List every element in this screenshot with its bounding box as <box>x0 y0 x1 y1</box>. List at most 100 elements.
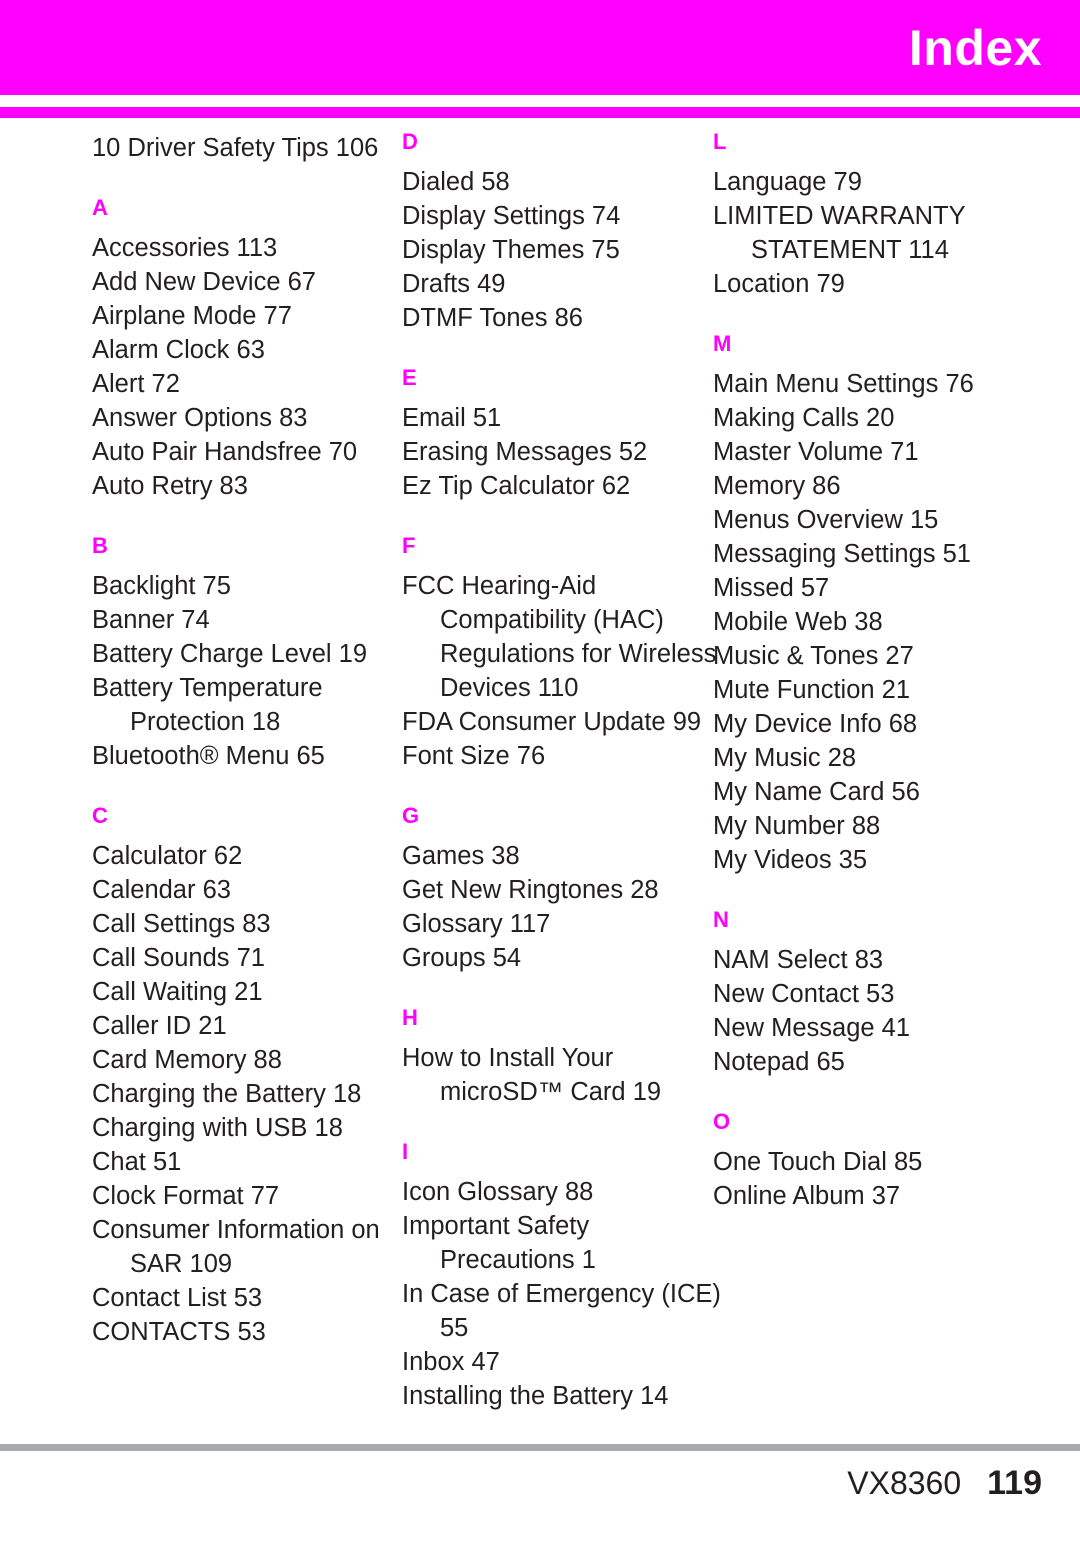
index-column-1: 10 Driver Safety Tips 106 A Accessories 11… <box>92 131 392 1349</box>
section-letter-spacer <box>713 931 1013 943</box>
index-entry: Inbox 47 <box>402 1348 500 1376</box>
index-entry: Installing the Battery 14 <box>402 1382 669 1410</box>
index-entry: Important Safety <box>402 1212 590 1240</box>
index-entry: Erasing Messages 52 <box>402 438 648 466</box>
index-entry: Language 79 <box>713 168 862 196</box>
index-columns: 10 Driver Safety Tips 106 A Accessories 11… <box>0 131 1080 1421</box>
index-entry: In Case of Emergency (ICE) <box>402 1280 721 1308</box>
index-entry: Battery Charge Level 19 <box>92 640 367 668</box>
index-entry: Calendar 63 <box>92 876 231 904</box>
index-entry: One Touch Dial 85 <box>713 1148 923 1176</box>
index-entry: Call Settings 83 <box>92 910 271 938</box>
index-entry: CONTACTS 53 <box>92 1318 266 1346</box>
index-entry-continuation: Regulations for Wireless <box>440 640 717 668</box>
section-letter-spacer <box>402 1029 702 1041</box>
index-entry-continuation: STATEMENT 114 <box>751 236 949 264</box>
footer-page-number: 119 <box>987 1464 1042 1502</box>
index-entry: Mobile Web 38 <box>713 608 883 636</box>
index-entry-continuation: SAR 109 <box>130 1250 233 1278</box>
index-entry: Missed 57 <box>713 574 830 602</box>
index-entry: Font Size 76 <box>402 742 546 770</box>
index-entry: Glossary 117 <box>402 910 551 938</box>
index-entry: Groups 54 <box>402 944 522 972</box>
index-entry: New Contact 53 <box>713 980 895 1008</box>
index-entry: Memory 86 <box>713 472 841 500</box>
index-entry: Contact List 53 <box>92 1284 263 1312</box>
index-entry: Bluetooth® Menu 65 <box>92 742 325 770</box>
footer-divider <box>0 1444 1080 1451</box>
index-entry: Get New Ringtones 28 <box>402 876 659 904</box>
footer: VX8360 119 <box>847 1466 1042 1500</box>
index-column-2: D Dialed 58 Display Settings 74 Display The… <box>402 129 721 1413</box>
index-entry: My Device Info 68 <box>713 710 918 738</box>
index-entry: Mute Function 21 <box>713 676 911 704</box>
index-entry-continuation: Devices 110 <box>440 674 579 702</box>
index-entry-continuation: Precautions 1 <box>440 1246 596 1274</box>
section-letter-spacer <box>402 1163 702 1175</box>
index-entry: Display Settings 74 <box>402 202 621 230</box>
section-letter-n: N <box>713 907 729 932</box>
index-entry: Main Menu Settings 76 <box>713 370 974 398</box>
section-letter-d: D <box>402 129 418 154</box>
section-letter-o: O <box>713 1109 731 1134</box>
index-entry: Airplane Mode 77 <box>92 302 292 330</box>
index-entry: DTMF Tones 86 <box>402 304 583 332</box>
index-entry: Charging the Battery 18 <box>92 1080 362 1108</box>
index-entry: FDA Consumer Update 99 <box>402 708 702 736</box>
index-entry: Banner 74 <box>92 606 210 634</box>
index-entry: Alarm Clock 63 <box>92 336 265 364</box>
index-entry: Accessories 113 <box>92 234 278 262</box>
section-letter-spacer <box>402 557 702 569</box>
section-letter-spacer <box>713 153 1013 165</box>
index-entry: My Videos 35 <box>713 846 868 874</box>
index-entry: Ez Tip Calculator 62 <box>402 472 631 500</box>
index-entry: Dialed 58 <box>402 168 510 196</box>
page-title: Index <box>908 19 1042 76</box>
index-entry: LIMITED WARRANTY <box>713 202 966 230</box>
section-letter-spacer <box>92 557 392 569</box>
index-entry: Alert 72 <box>92 370 180 398</box>
index-entry: Games 38 <box>402 842 520 870</box>
index-entry: Call Waiting 21 <box>92 978 263 1006</box>
section-letter-c: C <box>92 803 108 828</box>
index-entry: Backlight 75 <box>92 572 231 600</box>
index-entry-continuation: microSD™ Card 19 <box>440 1078 662 1106</box>
index-entry: Online Album 37 <box>713 1182 901 1210</box>
index-entry: My Number 88 <box>713 812 881 840</box>
index-entry-continuation: Protection 18 <box>130 708 281 736</box>
index-entry: Icon Glossary 88 <box>402 1178 594 1206</box>
index-entry: My Music 28 <box>713 744 857 772</box>
section-letter-spacer <box>402 389 702 401</box>
index-entry: NAM Select 83 <box>713 946 884 974</box>
index-entry: How to Install Your <box>402 1044 614 1072</box>
index-entry: Calculator 62 <box>92 842 243 870</box>
section-letter-h: H <box>402 1005 418 1030</box>
section-letter-spacer <box>92 827 392 839</box>
section-letter-b: B <box>92 533 108 558</box>
index-entry: Making Calls 20 <box>713 404 895 432</box>
index-entry: Call Sounds 71 <box>92 944 265 972</box>
index-entry: Messaging Settings 51 <box>713 540 971 568</box>
index-entry: Drafts 49 <box>402 270 506 298</box>
section-letter-m: M <box>713 331 732 356</box>
index-entry-continuation: 55 <box>440 1314 469 1342</box>
index-entry: Consumer Information on <box>92 1216 380 1244</box>
index-entry: Location 79 <box>713 270 845 298</box>
section-letter-spacer <box>713 1133 1013 1145</box>
index-entry: Card Memory 88 <box>92 1046 282 1074</box>
index-entry: Charging with USB 18 <box>92 1114 343 1142</box>
index-entry: Auto Retry 83 <box>92 472 248 500</box>
index-entry: Clock Format 77 <box>92 1182 280 1210</box>
section-letter-spacer <box>402 153 702 165</box>
index-entry-continuation: Compatibility (HAC) <box>440 606 664 634</box>
index-entry: Music & Tones 27 <box>713 642 914 670</box>
index-entry: Master Volume 71 <box>713 438 919 466</box>
